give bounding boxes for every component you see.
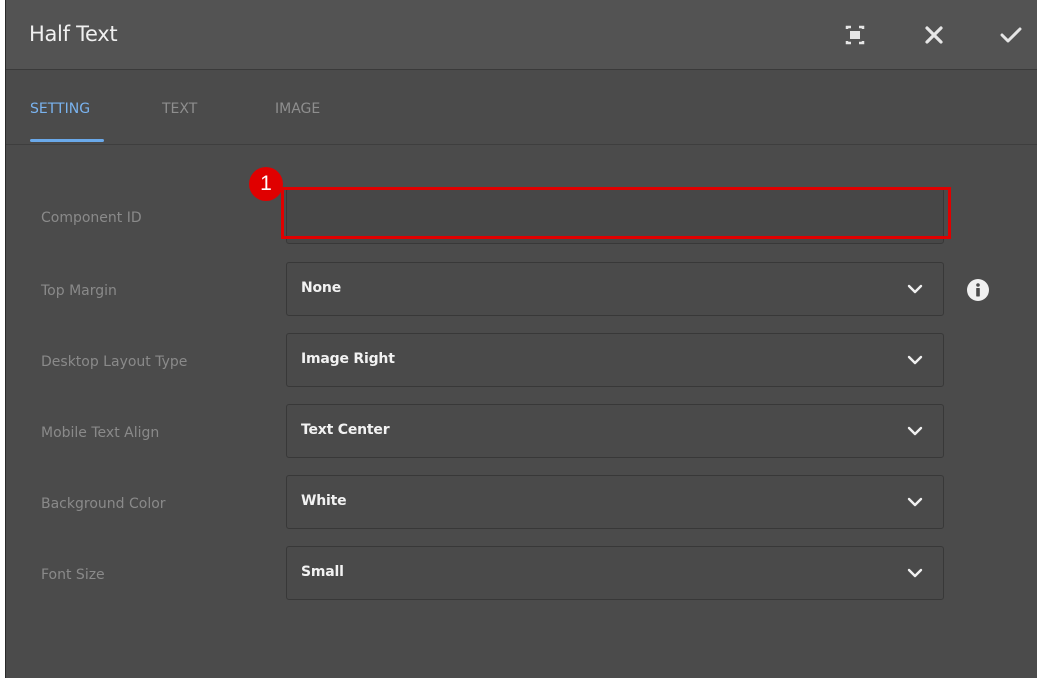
active-tab-indicator	[30, 139, 104, 142]
tab-bar: SETTING TEXT IMAGE	[6, 70, 1037, 145]
chevron-down-icon	[907, 568, 923, 578]
desktop-layout-type-label: Desktop Layout Type	[41, 354, 188, 370]
half-text-dialog: Half Text SETTING TEXT IMAGE Component I…	[5, 0, 1037, 678]
font-size-value: Small	[301, 564, 344, 580]
close-button[interactable]	[919, 20, 949, 50]
top-margin-select[interactable]: None	[286, 262, 944, 316]
desktop-layout-type-select[interactable]: Image Right	[286, 333, 944, 387]
tab-setting[interactable]: SETTING	[30, 101, 90, 117]
fullscreen-button[interactable]	[840, 20, 870, 50]
close-icon	[925, 26, 943, 44]
mobile-text-align-label: Mobile Text Align	[41, 425, 160, 441]
chevron-down-icon	[907, 284, 923, 294]
font-size-label: Font Size	[41, 567, 105, 583]
font-size-select[interactable]: Small	[286, 546, 944, 600]
annotation-badge: 1	[249, 167, 283, 201]
background-color-label: Background Color	[41, 496, 166, 512]
top-margin-label: Top Margin	[41, 283, 117, 299]
mobile-text-align-select[interactable]: Text Center	[286, 404, 944, 458]
background-color-select[interactable]: White	[286, 475, 944, 529]
component-id-label: Component ID	[41, 210, 142, 226]
dialog-titlebar: Half Text	[6, 0, 1037, 70]
top-margin-value: None	[301, 280, 341, 296]
background-color-value: White	[301, 493, 347, 509]
confirm-button[interactable]	[996, 20, 1026, 50]
dialog-title: Half Text	[29, 22, 118, 46]
chevron-down-icon	[907, 426, 923, 436]
fullscreen-icon	[845, 25, 865, 45]
chevron-down-icon	[907, 497, 923, 507]
tab-image[interactable]: IMAGE	[275, 101, 320, 117]
info-icon[interactable]	[967, 279, 989, 301]
tab-text[interactable]: TEXT	[162, 101, 197, 117]
mobile-text-align-value: Text Center	[301, 422, 390, 438]
checkmark-icon	[1000, 27, 1022, 43]
component-id-input[interactable]	[286, 188, 944, 244]
desktop-layout-type-value: Image Right	[301, 351, 395, 367]
chevron-down-icon	[907, 355, 923, 365]
